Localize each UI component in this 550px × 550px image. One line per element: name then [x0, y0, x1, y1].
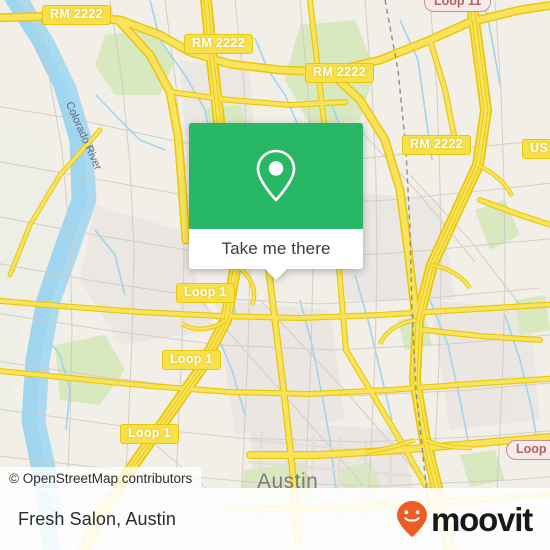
place-title: Fresh Salon, Austin: [18, 508, 176, 529]
road-shield-loop-1-s: Loop 1: [120, 424, 179, 444]
footer-bar: Fresh Salon, Austin moovit: [0, 488, 550, 550]
road-shield-rm-2222-e: RM 2222: [402, 135, 471, 155]
map-screen: Colorado River Austin RM 2222 RM 2222 RM…: [0, 0, 550, 550]
map-canvas[interactable]: Colorado River Austin RM 2222 RM 2222 RM…: [0, 0, 550, 550]
popup-icon-area: [189, 123, 363, 229]
road-shield-loop-1-c: Loop 1: [162, 350, 221, 370]
popup-tail-pointer: [264, 268, 288, 280]
place-popup-card[interactable]: Take me there: [189, 123, 363, 280]
road-shield-loop-11-se: Loop 11: [506, 440, 550, 460]
take-me-there-button[interactable]: Take me there: [189, 229, 363, 280]
road-shield-rm-2222-n: RM 2222: [184, 34, 253, 54]
moovit-pin-icon: [397, 501, 428, 537]
road-shield-us-2: US 2: [522, 139, 550, 159]
road-shield-loop-11-n: Loop 11: [424, 0, 492, 12]
map-attribution[interactable]: © OpenStreetMap contributors: [0, 467, 202, 489]
take-me-there-label: Take me there: [221, 239, 331, 258]
road-shield-loop-1-n: Loop 1: [176, 283, 235, 303]
road-shield-rm-2222-ne: RM 2222: [305, 63, 374, 83]
road-shield-rm-2222-nw: RM 2222: [42, 5, 111, 25]
map-pin-icon: [256, 149, 296, 202]
moovit-logo[interactable]: moovit: [395, 500, 533, 538]
moovit-wordmark: moovit: [431, 500, 533, 538]
map-attribution-text: © OpenStreetMap contributors: [9, 470, 193, 486]
